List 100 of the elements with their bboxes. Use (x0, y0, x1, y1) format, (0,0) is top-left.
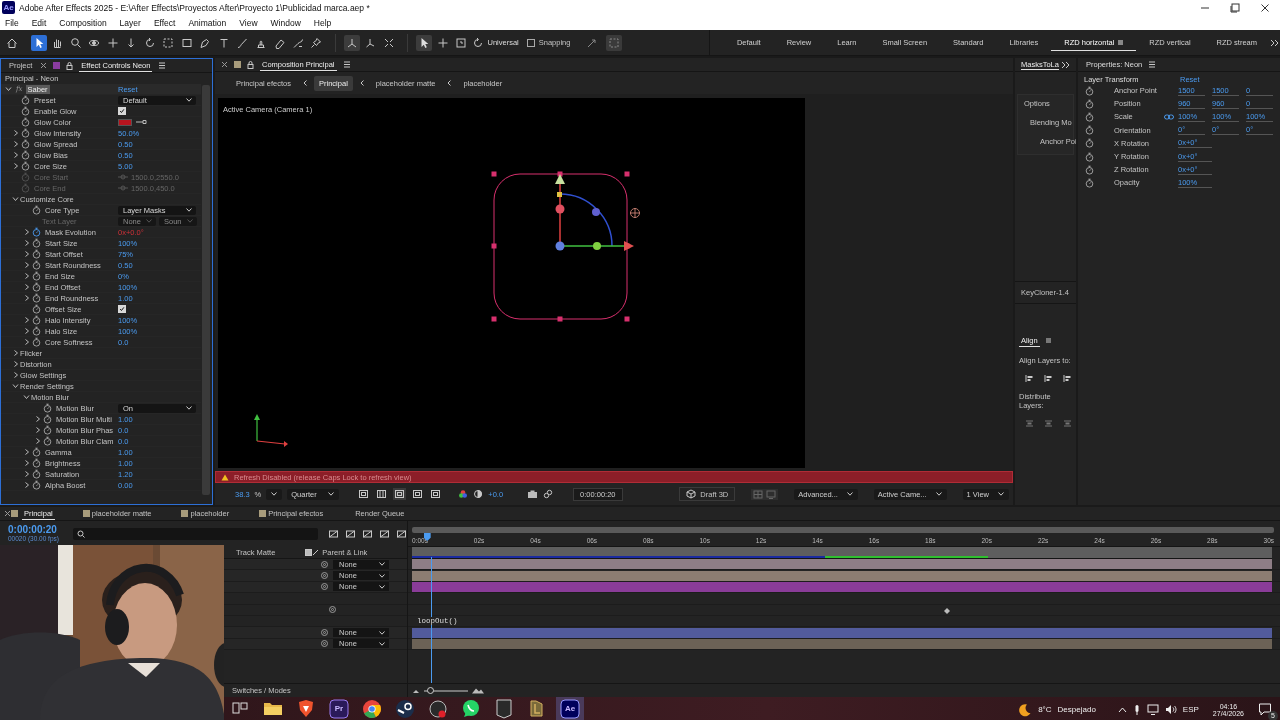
align-icon[interactable] (1025, 374, 1034, 383)
chevron-right-icon[interactable] (22, 294, 31, 302)
checkbox[interactable] (526, 38, 535, 47)
chevron-right-icon[interactable] (22, 459, 31, 467)
stopwatch-icon[interactable] (43, 425, 52, 435)
close-icon[interactable] (4, 510, 11, 517)
layer-bar[interactable] (412, 581, 1272, 592)
chevron-right-icon[interactable] (11, 151, 20, 159)
checkbox[interactable] (118, 305, 126, 313)
stopwatch-icon[interactable] (32, 205, 41, 215)
app-button[interactable]: Ae (556, 697, 584, 720)
menu-item[interactable]: Animation (188, 17, 227, 28)
camera-icon[interactable] (527, 489, 539, 499)
chevron-right-icon[interactable] (22, 283, 31, 291)
graph-icon[interactable] (396, 529, 407, 539)
stopwatch-icon[interactable] (1085, 125, 1094, 136)
tool-button[interactable] (416, 34, 432, 51)
stopwatch-icon[interactable] (32, 458, 41, 468)
stopwatch-icon[interactable] (21, 139, 30, 149)
stopwatch-icon[interactable] (32, 315, 41, 325)
stopwatch-icon[interactable] (32, 447, 41, 457)
stopwatch-icon[interactable] (1085, 177, 1094, 188)
stopwatch-icon[interactable] (32, 480, 41, 490)
chevron-right-icon[interactable] (11, 162, 20, 170)
stopwatch-icon[interactable] (1085, 151, 1094, 162)
distribute-icon[interactable] (1044, 419, 1053, 428)
stopwatch-icon[interactable] (32, 469, 41, 479)
stopwatch-icon[interactable] (32, 337, 41, 347)
chevron-right-icon[interactable] (22, 239, 31, 247)
small-mountain-icon[interactable] (412, 687, 420, 694)
weather-condition[interactable]: Despejado (1057, 705, 1096, 714)
menu-icon[interactable] (1148, 61, 1157, 68)
chevron-right-icon[interactable] (22, 338, 31, 346)
chevron-right-icon[interactable] (11, 129, 20, 137)
stopwatch-icon[interactable] (1085, 164, 1094, 175)
close-icon[interactable] (40, 62, 48, 69)
layer-bar[interactable] (412, 638, 1272, 649)
screen-icon[interactable] (430, 489, 442, 499)
stopwatch-icon[interactable] (21, 128, 30, 138)
layer-bar[interactable] (412, 570, 1272, 581)
chevron-right-icon[interactable] (11, 360, 20, 368)
stopwatch-icon[interactable] (32, 271, 41, 281)
checkbox[interactable] (118, 107, 126, 115)
distribute-icon[interactable] (1063, 419, 1072, 428)
stopwatch-icon[interactable] (43, 436, 52, 446)
overflow-chevrons-icon[interactable] (1270, 38, 1280, 47)
chevron-right-icon[interactable] (11, 140, 20, 148)
chevron-right-icon[interactable] (22, 327, 31, 335)
chevron-right-icon[interactable] (22, 316, 31, 324)
keyframe-icon[interactable] (944, 607, 951, 614)
menu-item[interactable]: View (239, 17, 258, 28)
stopwatch-icon[interactable] (32, 304, 41, 314)
grid-icon[interactable] (376, 489, 388, 499)
align-icon[interactable] (1044, 374, 1053, 383)
menu-item[interactable]: Help (313, 17, 332, 28)
chevron-down-icon[interactable] (11, 382, 20, 390)
chevron-right-icon[interactable] (22, 250, 31, 258)
view-layout-icon[interactable] (753, 489, 764, 499)
stopwatch-icon[interactable] (32, 282, 41, 292)
current-time[interactable]: 0:00:00:20 (8, 523, 59, 535)
chevron-right-icon[interactable] (22, 481, 31, 489)
stopwatch-icon[interactable] (32, 249, 41, 259)
layer-bar[interactable] (412, 559, 1272, 570)
stopwatch-icon[interactable] (21, 150, 30, 160)
stopwatch-icon[interactable] (32, 260, 41, 270)
comp-flow-icon[interactable] (328, 529, 339, 539)
anchor-point-icon[interactable] (629, 207, 641, 219)
menu-icon[interactable] (158, 62, 167, 69)
chevron-right-icon[interactable] (22, 261, 31, 269)
stopwatch-icon[interactable] (32, 238, 41, 248)
transform-gizmo-drawing[interactable] (555, 174, 634, 251)
moon-icon[interactable] (1018, 702, 1033, 717)
stopwatch-icon[interactable] (1085, 85, 1094, 96)
color-channels-icon[interactable] (458, 489, 469, 499)
stopwatch-icon[interactable] (1085, 111, 1094, 122)
tool-button[interactable] (30, 34, 47, 51)
frame-blend-icon[interactable] (362, 529, 373, 539)
menu-item[interactable]: File (5, 17, 19, 28)
zoom-slider[interactable] (424, 689, 468, 692)
exposure-icon[interactable] (473, 489, 484, 499)
stopwatch-icon[interactable] (21, 117, 30, 127)
chevron-down-icon[interactable] (11, 195, 20, 203)
chevron-right-icon[interactable] (11, 371, 20, 379)
stopwatch-icon[interactable] (43, 414, 52, 424)
align-icon[interactable] (1063, 374, 1072, 383)
menu-item[interactable]: Edit (31, 17, 47, 28)
stopwatch-icon[interactable] (21, 106, 30, 116)
menu-icon[interactable] (342, 61, 351, 68)
work-area-bar[interactable] (412, 547, 1272, 559)
chevron-right-icon[interactable] (22, 228, 31, 236)
close-icon[interactable] (221, 61, 228, 68)
stopwatch-icon[interactable] (21, 95, 30, 105)
chevron-right-icon[interactable] (22, 272, 31, 280)
chevron-down-icon[interactable] (22, 393, 31, 401)
pick-whip-icon[interactable] (328, 605, 337, 615)
stopwatch-icon[interactable] (1085, 98, 1094, 109)
stopwatch-icon[interactable] (21, 161, 30, 171)
constrain-link-icon[interactable] (1164, 113, 1174, 120)
color-swatch[interactable] (118, 118, 132, 126)
chevron-right-icon[interactable] (22, 470, 31, 478)
